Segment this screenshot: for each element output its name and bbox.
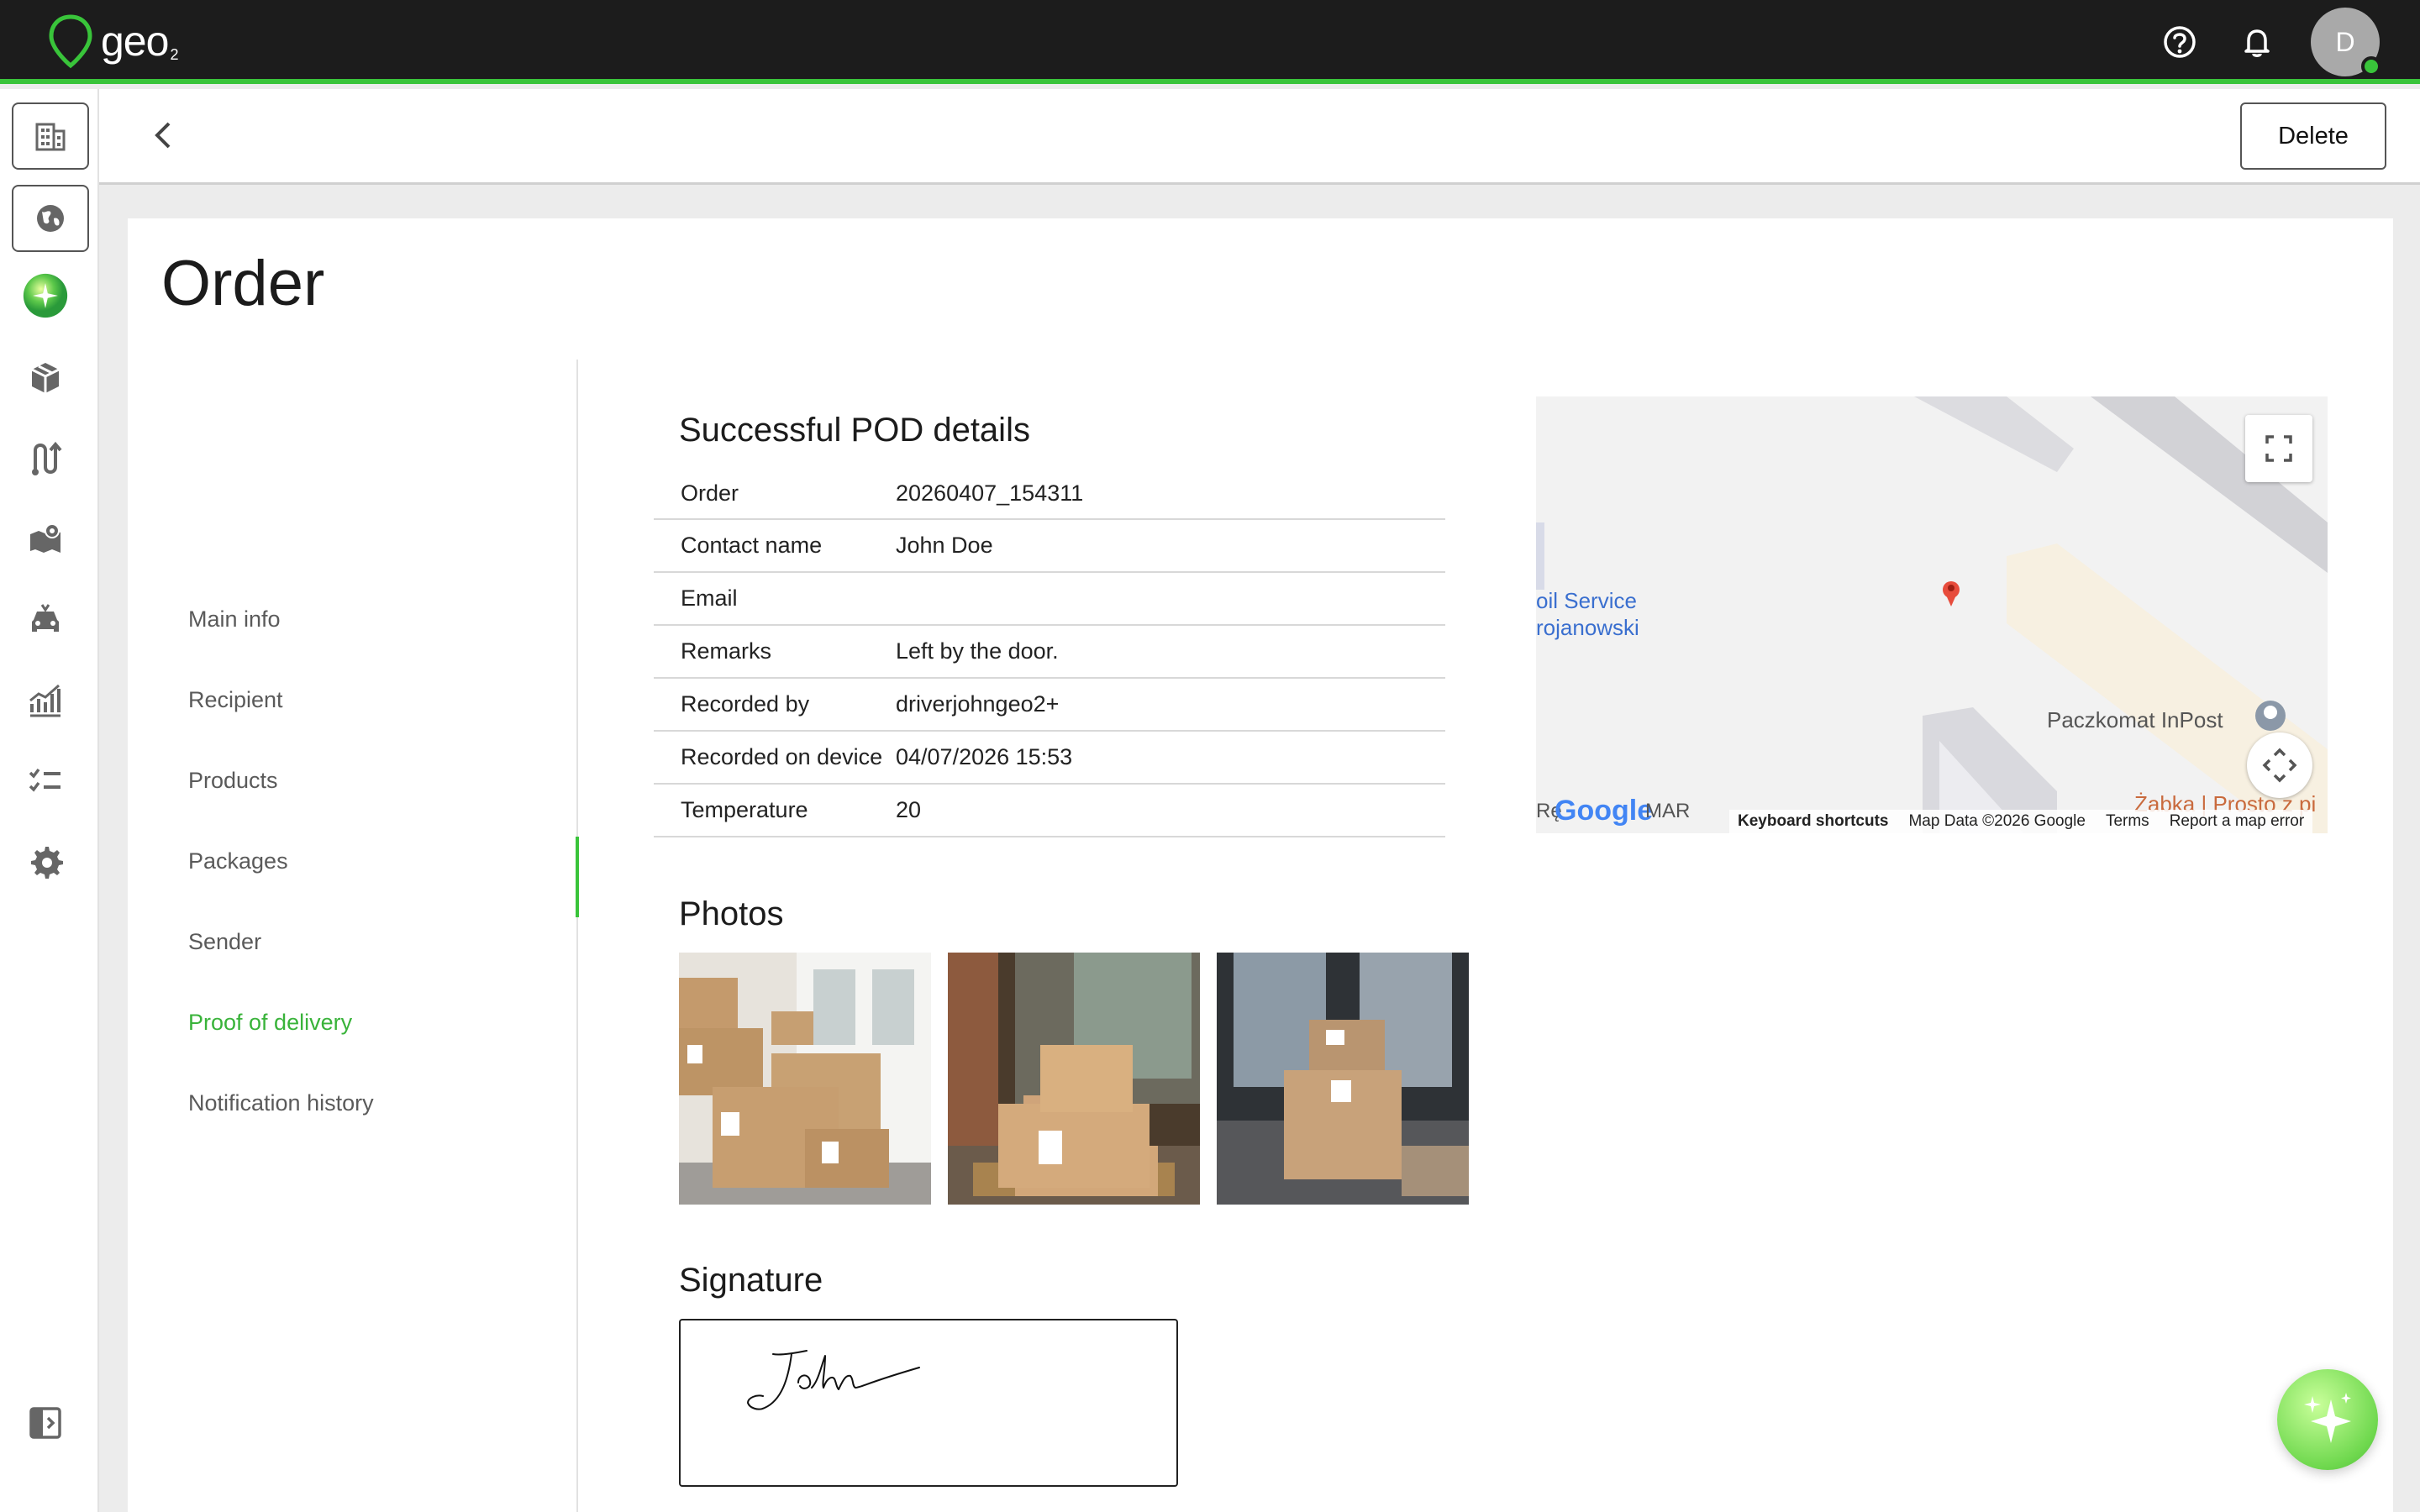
pod-key: Contact name xyxy=(681,533,823,558)
avatar[interactable]: D xyxy=(2311,8,2381,76)
subnav-notification-history[interactable]: Notification history xyxy=(188,1090,374,1116)
map-label-service: oil Service xyxy=(1536,588,1637,613)
active-indicator xyxy=(576,837,579,917)
map-terms-link[interactable]: Terms xyxy=(2106,812,2149,831)
table-row: Remarks Left by the door. xyxy=(654,625,1445,678)
subnav-proof-of-delivery[interactable]: Proof of delivery xyxy=(188,1010,352,1036)
signature-box xyxy=(679,1319,1178,1487)
subnav-packages[interactable]: Packages xyxy=(188,848,288,874)
delivery-photo[interactable] xyxy=(679,953,931,1205)
sidebar-item-tasks[interactable] xyxy=(22,758,69,805)
order-card: Order Main info Recipient Products Packa… xyxy=(128,218,2393,1512)
subnav-recipient[interactable]: Recipient xyxy=(188,687,283,713)
online-status-dot xyxy=(2361,56,2381,76)
table-row: Recorded by driverjohngeo2+ xyxy=(654,678,1445,731)
building-icon xyxy=(35,123,66,151)
back-button[interactable] xyxy=(143,114,185,156)
delete-button[interactable]: Delete xyxy=(2240,102,2386,170)
table-row: Contact name John Doe xyxy=(654,519,1445,572)
sidebar-collapse-toggle[interactable] xyxy=(22,1399,69,1446)
help-icon[interactable] xyxy=(2160,22,2200,62)
pod-key: Email xyxy=(681,585,738,611)
sidebar-item-vehicles[interactable] xyxy=(22,596,69,643)
pod-details-table: Order 20260407_154311 Contact name John Do… xyxy=(654,469,1445,837)
map-attribution-bar: Keyboard shortcuts Map Data ©2026 Google… xyxy=(1729,810,2313,833)
chevron-left-icon xyxy=(155,122,171,149)
analytics-chart-icon xyxy=(29,684,60,717)
signature-title: Signature xyxy=(679,1262,823,1299)
subnav-main-info[interactable]: Main info xyxy=(188,606,281,633)
sidebar-item-globe[interactable] xyxy=(12,185,89,252)
sidebar-item-routes[interactable] xyxy=(22,435,69,482)
logo-text: geo xyxy=(101,18,169,65)
table-row: Temperature 20 xyxy=(654,784,1445,837)
logo-suffix: 2 xyxy=(170,46,179,63)
pod-key: Recorded on device xyxy=(681,744,883,769)
pan-arrows-icon xyxy=(2262,748,2297,783)
pod-key: Recorded by xyxy=(681,691,810,717)
map-pan-button[interactable] xyxy=(2247,732,2312,798)
package-box-icon xyxy=(31,363,60,393)
pod-key: Order xyxy=(681,480,739,506)
map-label-paczkomat: Paczkomat InPost xyxy=(2047,707,2223,732)
page-title: Order xyxy=(161,248,325,319)
sidebar-item-map[interactable] xyxy=(22,516,69,563)
top-bar: geo 2 D xyxy=(0,0,2420,84)
fullscreen-icon xyxy=(2265,435,2292,462)
pod-value: driverjohngeo2+ xyxy=(896,691,1060,717)
page-header: Delete xyxy=(99,89,2420,185)
map-label-mar: MAR xyxy=(1645,800,1691,822)
pod-value xyxy=(896,572,1445,625)
pod-value: John Doe xyxy=(896,533,993,558)
pod-details-title: Successful POD details xyxy=(679,412,1030,449)
table-row: Email xyxy=(654,572,1445,625)
sidebar-item-settings[interactable] xyxy=(22,838,69,885)
sidebar-item-packages[interactable] xyxy=(22,354,69,402)
delivery-map[interactable]: oil Service rojanowski Paczkomat InPost … xyxy=(1536,396,2328,833)
photo-gallery xyxy=(679,953,1469,1205)
map-data-credit: Map Data ©2026 Google xyxy=(1908,812,2086,830)
signature-image xyxy=(747,1350,920,1410)
notifications-bell-icon[interactable] xyxy=(2237,22,2277,62)
subnav-products[interactable]: Products xyxy=(188,768,278,794)
map-label-service-name: rojanowski xyxy=(1536,615,1639,640)
ai-assistant-button[interactable] xyxy=(2277,1369,2378,1470)
gear-icon xyxy=(31,847,63,879)
map-pin-icon xyxy=(30,523,60,553)
delivery-photo[interactable] xyxy=(1217,953,1469,1205)
sidebar-item-ai[interactable] xyxy=(22,272,69,319)
pod-value: Left by the door. xyxy=(896,638,1059,664)
globe-icon xyxy=(37,205,64,232)
section-nav: Main info Recipient Products Packages Se… xyxy=(128,360,579,1512)
ai-sparkle-icon xyxy=(23,273,68,318)
avatar-initial: D xyxy=(2335,26,2355,57)
location-pin-logo-icon xyxy=(49,14,92,69)
table-row: Order 20260407_154311 xyxy=(654,469,1445,519)
route-icon xyxy=(32,441,62,475)
map-fullscreen-button[interactable] xyxy=(2245,415,2312,482)
table-row: Recorded on device 04/07/2026 15:53 xyxy=(654,731,1445,784)
car-icon xyxy=(32,604,59,632)
sidebar-item-buildings[interactable] xyxy=(12,102,89,170)
subnav-sender[interactable]: Sender xyxy=(188,929,261,955)
checklist-icon xyxy=(29,768,60,792)
map-report-link[interactable]: Report a map error xyxy=(2170,812,2305,831)
google-logo: Google xyxy=(1555,795,1654,827)
map-tiles xyxy=(1536,396,2328,833)
delivery-photo[interactable] xyxy=(948,953,1200,1205)
pod-value: 04/07/2026 15:53 xyxy=(896,744,1073,769)
pod-value: 20 xyxy=(896,797,922,822)
photos-title: Photos xyxy=(679,895,784,932)
sparkle-icon xyxy=(2304,1393,2351,1443)
pod-key: Temperature xyxy=(681,797,808,822)
pod-value: 20260407_154311 xyxy=(896,480,1084,506)
logo[interactable]: geo 2 xyxy=(47,12,178,71)
panel-toggle-icon xyxy=(29,1407,61,1439)
sidebar xyxy=(0,89,99,1512)
sidebar-item-analytics[interactable] xyxy=(22,677,69,724)
map-keyboard-shortcuts[interactable]: Keyboard shortcuts xyxy=(1738,812,1888,831)
pod-key: Remarks xyxy=(681,638,772,664)
